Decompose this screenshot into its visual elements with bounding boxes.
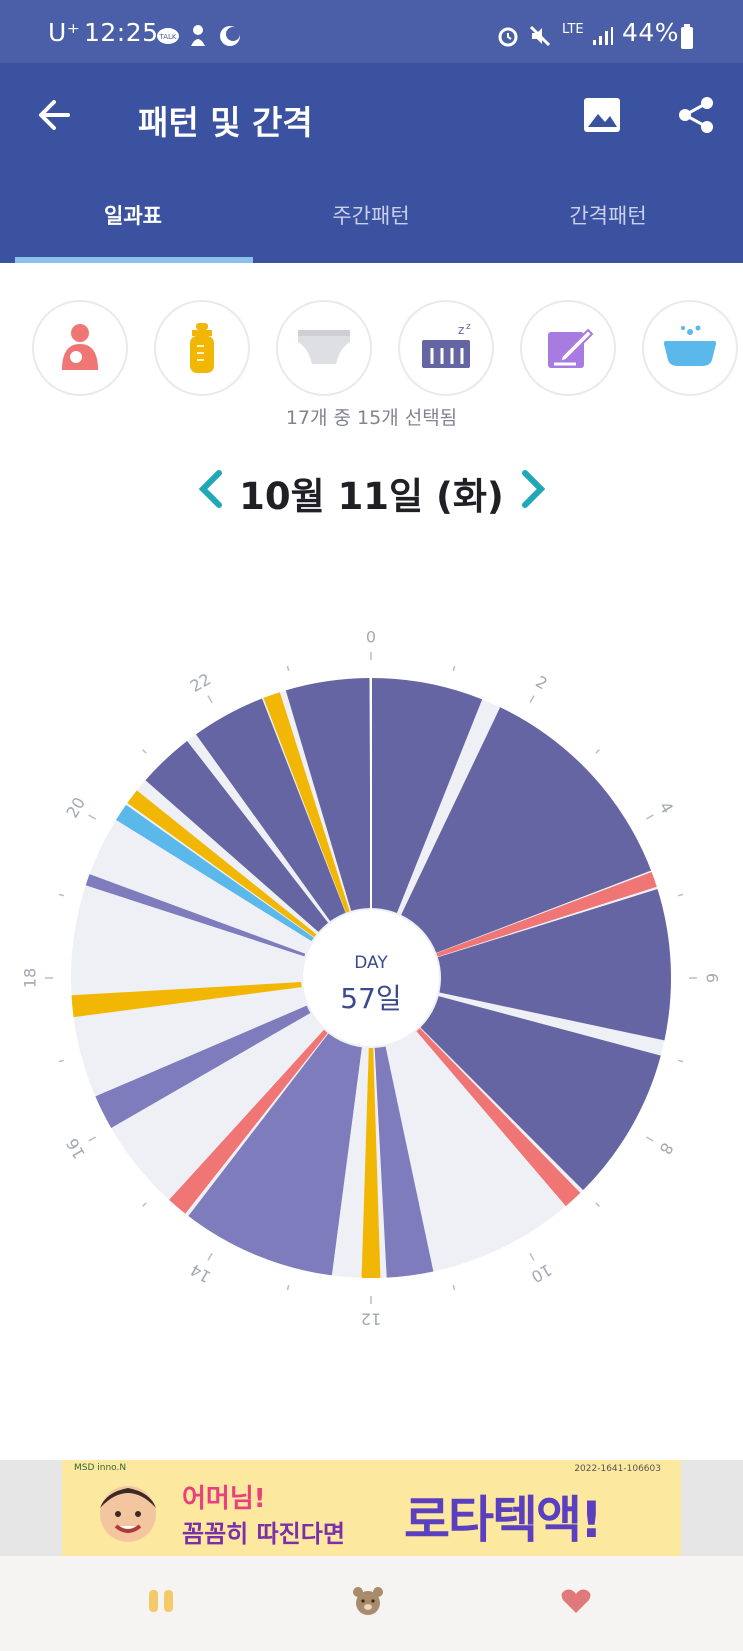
bottom-nav-pause[interactable] — [131, 1576, 191, 1626]
category-memo[interactable] — [520, 300, 616, 396]
bottom-nav-favorite[interactable] — [546, 1576, 606, 1626]
hour-label-20: 20 — [62, 794, 89, 821]
talk-icon: TALK — [157, 28, 179, 44]
hour-tick-19 — [58, 893, 65, 897]
tab-weekly[interactable]: 주간패턴 — [253, 188, 489, 263]
svg-text:TALK: TALK — [158, 33, 176, 41]
hour-label-6: 6 — [703, 973, 722, 983]
ad-code: 2022-1641-106603 — [574, 1464, 661, 1474]
bottom-nav-home[interactable] — [338, 1576, 398, 1626]
hour-tick-10 — [529, 1253, 535, 1261]
tab-indicator — [15, 257, 253, 263]
date-navigator: 10월 11일 (화) — [0, 460, 743, 520]
bottle-icon — [190, 323, 214, 373]
tab-interval[interactable]: 간격패턴 — [490, 188, 726, 263]
image-button[interactable] — [572, 85, 632, 145]
ad-banner[interactable]: MSD inno.N 2022-1641-106603 어머님! 꼼꼼히 따진다… — [0, 1460, 743, 1556]
hour-label-2: 2 — [532, 672, 550, 694]
date-label: 10월 11일 (화) — [239, 475, 504, 518]
app-bar: 패턴 및 간격 일과표 주간패턴 간격패턴 — [0, 63, 743, 263]
hour-label-8: 8 — [656, 1139, 678, 1157]
hour-tick-8 — [646, 1136, 654, 1142]
bear-icon — [353, 1587, 383, 1615]
hour-label-4: 4 — [656, 798, 678, 816]
chevron-right-icon — [522, 470, 546, 508]
hour-label-12: 12 — [361, 1310, 381, 1329]
carrier-label: U⁺ — [48, 18, 81, 47]
tab-bar: 일과표 주간패턴 간격패턴 — [0, 188, 743, 263]
center-day-label: DAY — [354, 953, 388, 973]
back-button[interactable] — [24, 85, 84, 145]
hour-tick-9 — [595, 1202, 600, 1207]
arrow-left-icon — [39, 100, 70, 130]
baby-icon — [191, 25, 205, 46]
share-icon — [679, 97, 713, 133]
tab-daily[interactable]: 일과표 — [15, 188, 251, 263]
diaper-icon — [298, 330, 350, 364]
svg-text:z: z — [458, 323, 464, 337]
alarm-icon — [498, 27, 518, 47]
category-diaper[interactable] — [276, 300, 372, 396]
battery-icon — [681, 24, 693, 49]
ad-subline: 꼼꼼히 따진다면 — [182, 1520, 345, 1548]
child-photo-icon — [100, 1486, 156, 1542]
hour-tick-23 — [286, 665, 290, 672]
hour-label-0: 0 — [366, 628, 376, 647]
svg-text:z: z — [466, 322, 471, 332]
hour-tick-3 — [595, 749, 600, 754]
ad-brand: MSD inno.N — [74, 1463, 127, 1473]
sleep-crib-icon: zz — [422, 322, 471, 368]
daily-pattern-chart: 0 2 4 6 8 10 12 14 16 18 20 22 DAY 57일 — [21, 628, 722, 1329]
heart-icon — [561, 1589, 591, 1613]
hour-tick-22 — [207, 695, 213, 703]
breastfeeding-icon — [62, 324, 98, 370]
hour-tick-2 — [529, 695, 535, 703]
ad-content[interactable]: MSD inno.N 2022-1641-106603 어머님! 꼼꼼히 따진다… — [62, 1460, 681, 1556]
hour-label-10: 10 — [528, 1260, 555, 1287]
image-icon — [584, 98, 620, 132]
moon-icon — [220, 26, 240, 46]
category-breastfeeding[interactable] — [32, 300, 128, 396]
mute-icon — [529, 25, 551, 47]
category-bottle[interactable] — [154, 300, 250, 396]
hour-tick-7 — [677, 1059, 684, 1063]
bath-icon — [664, 325, 716, 366]
memo-icon — [548, 328, 594, 368]
hour-label-18: 18 — [21, 968, 40, 988]
hour-tick-21 — [142, 749, 147, 754]
status-bar: U⁺ 12:25 TALK LTE 44% — [0, 0, 743, 63]
hour-label-14: 14 — [187, 1260, 214, 1287]
page-title: 패턴 및 간격 — [138, 103, 313, 142]
battery-percent: 44% — [622, 18, 680, 47]
hour-tick-5 — [677, 893, 684, 897]
hour-tick-1 — [452, 665, 456, 672]
hour-tick-16 — [88, 1136, 96, 1142]
hour-tick-13 — [286, 1284, 290, 1291]
ad-headline: 어머님! — [182, 1484, 266, 1514]
share-button[interactable] — [666, 85, 726, 145]
next-day-button[interactable] — [512, 464, 556, 514]
category-filter: zz — [0, 300, 743, 400]
chart-center — [303, 910, 439, 1046]
hour-tick-17 — [58, 1059, 65, 1063]
hour-tick-11 — [452, 1284, 456, 1291]
category-bath[interactable] — [642, 300, 738, 396]
category-sleep[interactable]: zz — [398, 300, 494, 396]
hour-tick-14 — [207, 1253, 213, 1261]
ad-product-name: 로타텍액! — [404, 1491, 603, 1549]
bottom-nav — [0, 1556, 743, 1651]
hour-label-22: 22 — [187, 669, 214, 696]
center-day-value: 57일 — [340, 982, 401, 1015]
signal-icon — [593, 27, 613, 45]
status-time: 12:25 — [84, 18, 159, 47]
pause-icon — [149, 1590, 173, 1612]
selection-summary: 17개 중 15개 선택됨 — [285, 407, 458, 429]
hour-tick-4 — [646, 814, 654, 820]
network-label: LTE — [562, 22, 584, 37]
hour-label-16: 16 — [62, 1135, 89, 1162]
hour-tick-20 — [88, 814, 96, 820]
hour-tick-15 — [142, 1202, 147, 1207]
